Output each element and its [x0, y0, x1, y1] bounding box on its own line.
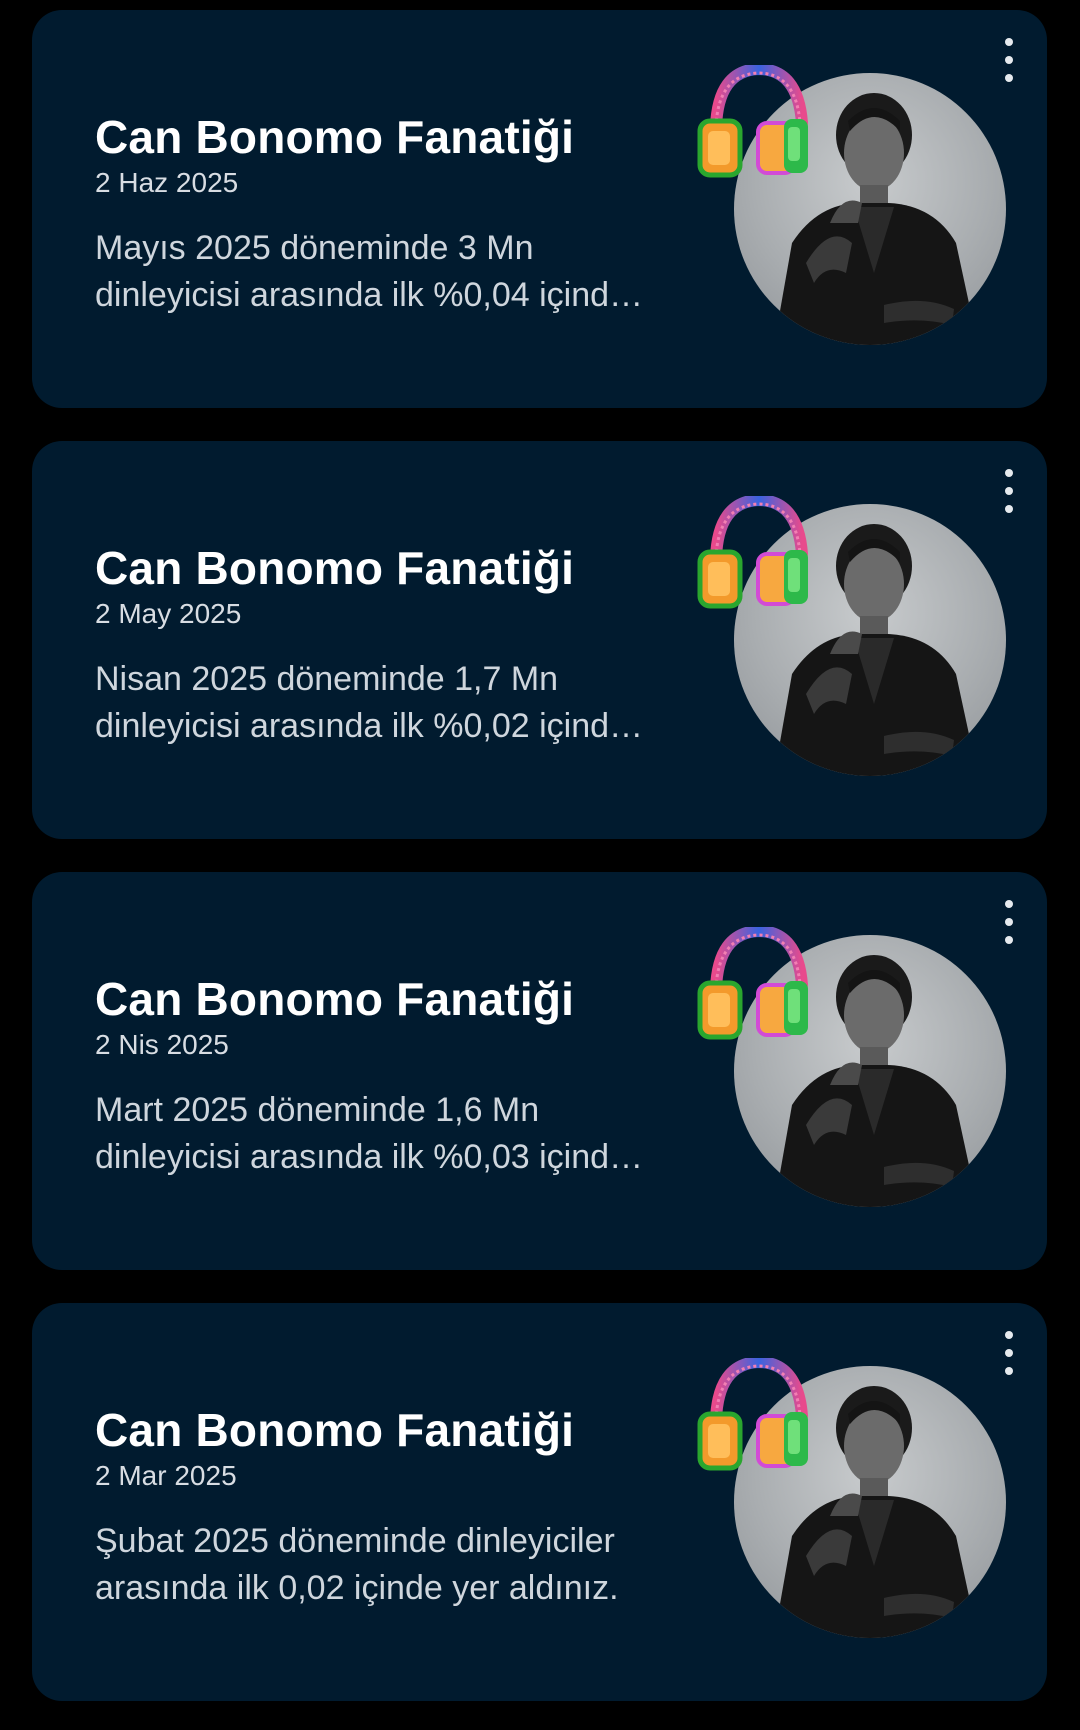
artist-artwork	[692, 65, 1006, 355]
card-date: 2 Haz 2025	[95, 167, 239, 198]
card-title: Can Bonomo Fanatiği	[95, 111, 575, 163]
headphones-icon	[692, 65, 822, 190]
more-vertical-icon[interactable]	[995, 900, 1023, 944]
card-title: Can Bonomo Fanatiği	[95, 542, 575, 594]
artist-artwork	[692, 927, 1006, 1217]
headphones-icon	[692, 1358, 822, 1483]
card-description: Mayıs 2025 döneminde 3 Mn dinleyicisi ar…	[95, 229, 628, 314]
card-date: 2 Mar 2025	[95, 1460, 237, 1491]
card-date: 2 May 2025	[95, 598, 242, 629]
card-title: Can Bonomo Fanatiği	[95, 973, 575, 1025]
artist-artwork	[692, 1358, 1006, 1648]
fan-badge-card[interactable]: Can Bonomo Fanatiği 2 Haz 2025 Mayıs 202…	[32, 10, 1047, 408]
fan-badge-card[interactable]: Can Bonomo Fanatiği 2 Nis 2025 Mart 2025…	[32, 872, 1047, 1270]
card-description: Şubat 2025 döneminde dinleyiciler arasın…	[95, 1522, 619, 1607]
fan-badge-card[interactable]: Can Bonomo Fanatiği 2 May 2025 Nisan 202…	[32, 441, 1047, 839]
headphones-icon	[692, 496, 822, 621]
card-description: Nisan 2025 döneminde 1,7 Mn dinleyicisi …	[95, 660, 628, 745]
fan-badge-card[interactable]: Can Bonomo Fanatiği 2 Mar 2025 Şubat 202…	[32, 1303, 1047, 1701]
artist-artwork	[692, 496, 1006, 786]
headphones-icon	[692, 927, 822, 1052]
more-vertical-icon[interactable]	[995, 469, 1023, 513]
card-title: Can Bonomo Fanatiği	[95, 1404, 575, 1456]
more-vertical-icon[interactable]	[995, 1331, 1023, 1375]
more-vertical-icon[interactable]	[995, 38, 1023, 82]
card-date: 2 Nis 2025	[95, 1029, 229, 1060]
card-description: Mart 2025 döneminde 1,6 Mn dinleyicisi a…	[95, 1091, 628, 1176]
fan-badge-list: Can Bonomo Fanatiği 2 Haz 2025 Mayıs 202…	[0, 0, 1080, 1730]
